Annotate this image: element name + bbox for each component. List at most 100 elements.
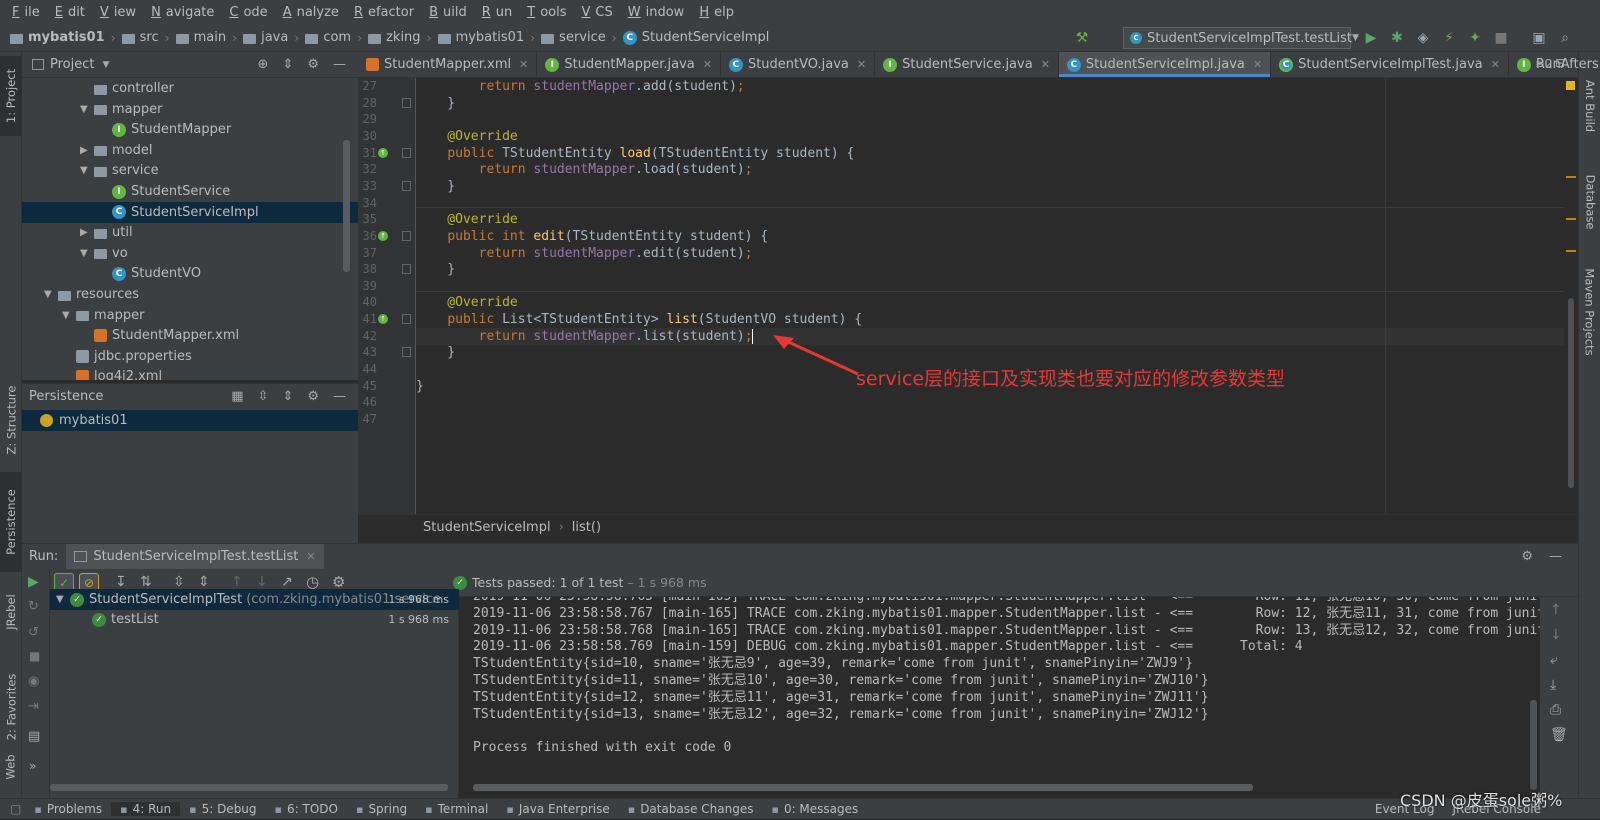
jrebel-run-icon[interactable]: ⚡ (1440, 29, 1458, 47)
warning-indicator-icon[interactable] (1566, 81, 1575, 90)
stop-icon[interactable]: ■ (29, 649, 40, 663)
close-icon[interactable]: ✕ (306, 550, 315, 563)
stop-icon[interactable]: ■ (1492, 29, 1510, 47)
editor-breadcrumb-class[interactable]: StudentServiceImpl (423, 520, 551, 535)
rerun-icon[interactable]: ▶ (28, 574, 39, 590)
chevron-down-icon[interactable]: ▼ (102, 60, 109, 70)
project-tree-item[interactable]: ▼ mapper (22, 99, 358, 120)
project-tree-item[interactable]: ▼ vo (22, 243, 358, 264)
collapse-arrow-icon[interactable]: ▶ (80, 227, 94, 238)
project-tree-item[interactable]: jdbc.properties (22, 346, 358, 367)
gear-icon[interactable]: ⚙ (1521, 549, 1533, 564)
collapse-all-icon[interactable]: ⇕ (282, 57, 293, 72)
fold-marker-icon[interactable] (402, 347, 411, 358)
tool-window-tab-javaenterprise[interactable]: ▪ Java Enterprise (497, 802, 618, 816)
rerun-failed-icon[interactable]: ↻ (28, 599, 39, 614)
sort-alphabetically-icon[interactable]: ↧ (115, 574, 127, 590)
tool-window-tab-messages[interactable]: ▪ 0: Messages (762, 802, 867, 816)
close-icon[interactable]: ✕ (1491, 58, 1500, 71)
console-horizontal-scrollbar[interactable] (473, 784, 1253, 791)
project-tree-item[interactable]: ▼ resources (22, 284, 358, 305)
implements-method-icon[interactable]: ↑ (378, 147, 388, 158)
console-vertical-scrollbar[interactable] (1530, 700, 1537, 790)
previous-failed-icon[interactable]: ↑ (231, 574, 243, 590)
fold-marker-icon[interactable] (402, 230, 411, 241)
gear-icon[interactable]: ⚙ (307, 389, 319, 404)
sort-by-duration-icon[interactable]: ⇅ (140, 574, 152, 590)
close-icon[interactable]: ✕ (1041, 58, 1050, 71)
persistence-item[interactable]: mybatis01 (22, 410, 358, 431)
exit-icon[interactable]: ⇥ (28, 699, 39, 714)
fold-marker-icon[interactable] (402, 314, 411, 325)
project-tree-scrollbar[interactable] (343, 140, 350, 272)
test-tree-scrollbar[interactable] (50, 784, 448, 791)
editor-breadcrumb-method[interactable]: list() (572, 520, 601, 535)
menu-item-vcs[interactable]: V CS (572, 5, 618, 20)
expand-arrow-icon[interactable]: ▼ (80, 165, 94, 176)
tool-tab-persistence[interactable]: Persistence (0, 472, 22, 572)
project-tree-item[interactable]: ▶ model (22, 140, 358, 161)
fold-marker-icon[interactable] (402, 180, 411, 191)
menu-item-window[interactable]: Window (618, 5, 690, 20)
fold-marker-icon[interactable] (402, 97, 411, 108)
console-output[interactable]: 2019-11-06 23:58:58.765 [main-165] TRACE… (460, 597, 1540, 798)
scroll-down-icon[interactable]: ↓ (1550, 627, 1562, 643)
breadcrumb-item[interactable]: zking (368, 30, 421, 45)
tool-window-tab-spring[interactable]: ▪ Spring (347, 802, 416, 816)
menu-item-run[interactable]: Run (472, 5, 518, 20)
fold-marker-icon[interactable] (402, 264, 411, 275)
layout-icon[interactable]: ▤ (28, 729, 40, 744)
editor-tab[interactable]: I StudentService.java ✕ (875, 52, 1059, 77)
coverage-icon[interactable]: ◈ (1414, 29, 1432, 47)
tool-tab-web[interactable]: Web (0, 737, 22, 797)
breadcrumb-item[interactable]: mybatis01 (10, 30, 105, 45)
project-tree-item[interactable]: ▼ mapper (22, 305, 358, 326)
tool-tab-project[interactable]: 1: Project (0, 56, 22, 136)
close-icon[interactable]: ✕ (519, 58, 528, 71)
close-icon[interactable]: ✕ (703, 58, 712, 71)
hide-panel-icon[interactable]: — (333, 57, 346, 72)
tool-tab-jrebel[interactable]: JRebel (0, 572, 22, 652)
warning-marker[interactable] (1566, 176, 1576, 178)
collapse-all-icon[interactable]: ⇕ (198, 574, 210, 590)
breadcrumb-item[interactable]: com (305, 30, 351, 45)
project-structure-icon[interactable]: ▣ (1530, 29, 1548, 47)
editor-tab[interactable]: I StudentMapper.java ✕ (537, 52, 721, 77)
toggle-auto-test-icon[interactable]: ↺ (28, 625, 39, 640)
tool-tab-structure[interactable]: Z: Structure (0, 370, 22, 470)
editor-tab[interactable]: C StudentServiceImplTest.java ✕ (1271, 52, 1509, 77)
tool-window-tab-problems[interactable]: ▪ Problems (25, 802, 111, 816)
clear-all-icon[interactable]: 🗑 (1550, 727, 1568, 743)
tool-window-tab-debug[interactable]: ▪ 5: Debug (180, 802, 265, 816)
menu-item-navigate[interactable]: Navigate (141, 5, 219, 20)
project-tree-item[interactable]: ▼ service (22, 160, 358, 181)
menu-item-help[interactable]: Help (689, 5, 739, 20)
er-diagram-icon[interactable]: ▦ (231, 389, 243, 404)
scroll-to-end-icon[interactable]: ⤓ (1550, 677, 1556, 693)
expand-arrow-icon[interactable]: ▼ (62, 310, 76, 321)
test-tree-item[interactable]: ▼ ✓ StudentServiceImplTest (com.zking.myba… (50, 589, 459, 610)
editor-tab[interactable]: StudentMapper.xml ✕ (358, 52, 538, 77)
warning-marker[interactable] (1566, 218, 1576, 220)
print-icon[interactable]: ⎙ (1550, 702, 1561, 718)
breadcrumb-item[interactable]: service (541, 30, 606, 45)
project-panel-title[interactable]: Project (50, 57, 94, 72)
close-icon[interactable]: ✕ (1253, 58, 1262, 71)
editor-scrollbar[interactable] (1568, 298, 1574, 488)
editor-tab[interactable]: C StudentServiceImpl.java ✕ (1058, 52, 1272, 77)
debug-icon[interactable]: ✱ (1388, 29, 1406, 47)
locate-target-icon[interactable]: ⊕ (258, 57, 269, 72)
collapse-all-icon[interactable]: ⇕ (282, 389, 293, 404)
editor-error-stripe[interactable] (1564, 78, 1578, 514)
expand-arrow-icon[interactable]: ▼ (80, 104, 94, 115)
soft-wrap-icon[interactable]: ⤶ (1550, 652, 1558, 668)
breadcrumb-item[interactable]: main (175, 30, 226, 45)
export-results-icon[interactable]: ↗ (281, 574, 293, 590)
run-icon[interactable]: ▶ (1362, 29, 1380, 47)
tool-windows-icon[interactable]: ▢ (10, 802, 21, 816)
expand-all-icon[interactable]: ⇳ (258, 389, 269, 404)
close-icon[interactable]: ✕ (857, 58, 866, 71)
breadcrumb-item[interactable]: mybatis01 (437, 30, 524, 45)
expand-arrow-icon[interactable]: ▼ (56, 594, 70, 605)
tool-window-tab-databasechanges[interactable]: ▪ Database Changes (619, 802, 763, 816)
